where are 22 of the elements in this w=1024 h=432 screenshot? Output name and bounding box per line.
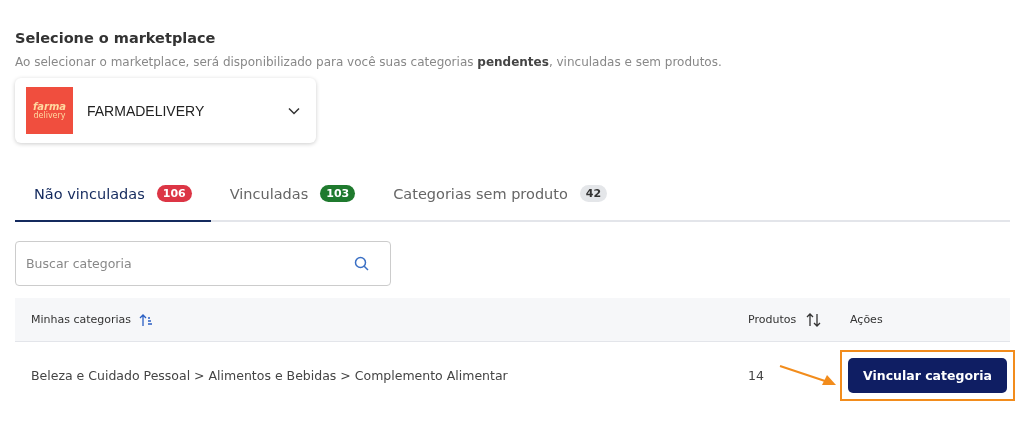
sort-icon[interactable]: [806, 312, 823, 327]
sort-ascending-icon[interactable]: [139, 312, 154, 327]
count-badge: 42: [579, 185, 608, 202]
count-badge: 103: [320, 185, 356, 202]
section-title: Selecione o marketplace: [15, 30, 217, 46]
count-badge: 106: [156, 185, 192, 202]
table-cell: 14: [748, 367, 764, 383]
marketplace-logo: farma delivery: [26, 87, 73, 134]
tab[interactable]: Vinculadas 103: [210, 175, 375, 222]
column-header[interactable]: Minhas categorias: [31, 313, 132, 326]
table-cell: Beleza e Cuidado Pessoal > Alimentos e Bebidas > Complemento Alimentar: [31, 367, 508, 383]
link-category-button[interactable]: Vincular categoria: [848, 357, 1007, 393]
select-value: FARMADELIVERY: [87, 102, 206, 119]
marketplace-select[interactable]: farma delivery FARMADELIVERY: [15, 78, 316, 143]
chevron-down-icon: [288, 106, 300, 115]
search-icon: [354, 256, 369, 271]
tab[interactable]: Categorias sem produto 42: [374, 175, 627, 222]
column-header[interactable]: Produtos: [748, 313, 797, 326]
column-header: Ações: [850, 313, 883, 326]
tab[interactable]: Não vinculadas 106: [15, 175, 211, 222]
search-field[interactable]: Buscar categoria: [15, 241, 391, 286]
section-description: Ao selecionar o marketplace, será disponibilizado para você suas categorias pendentes, vinculadas e sem produtos.: [15, 55, 723, 69]
